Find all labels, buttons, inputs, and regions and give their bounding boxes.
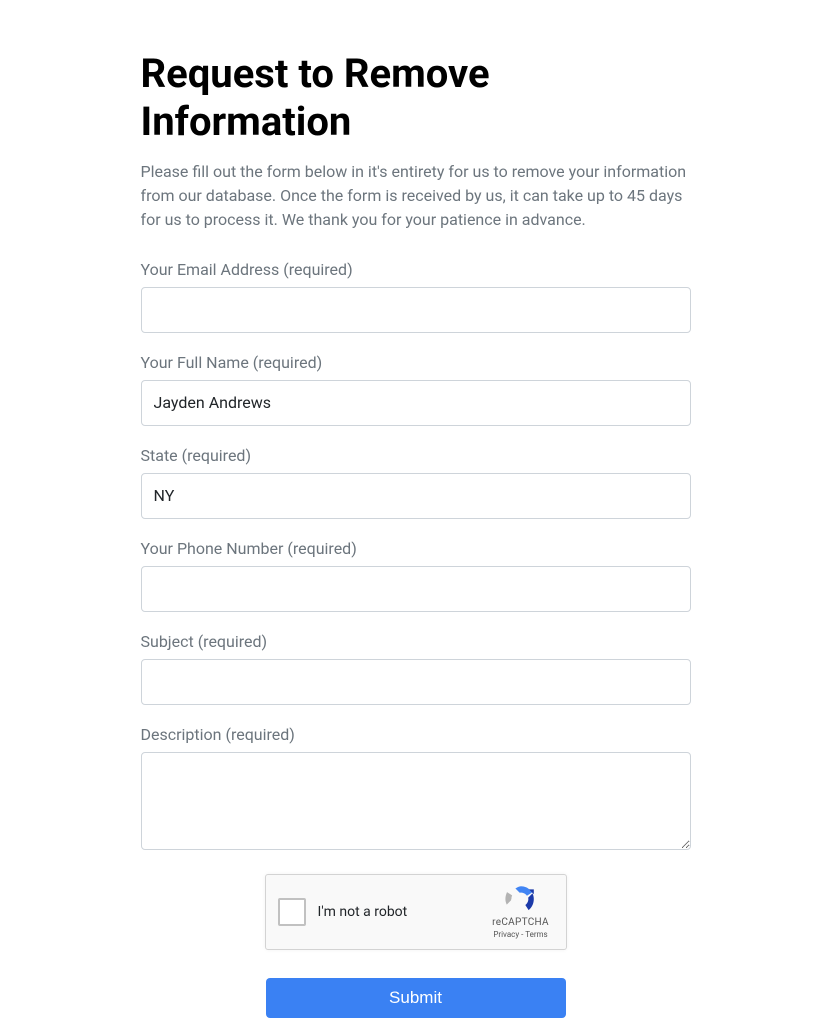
recaptcha-privacy-link[interactable]: Privacy [493, 930, 519, 939]
page-title: Request to Remove Information [141, 50, 691, 146]
subject-label: Subject (required) [141, 632, 691, 651]
recaptcha-brand: reCAPTCHA [486, 917, 556, 928]
subject-field[interactable] [141, 659, 691, 705]
recaptcha-widget: I'm not a robot reCAPTCHA Privacy - Term… [265, 874, 567, 950]
recaptcha-label: I'm not a robot [318, 904, 408, 920]
state-label: State (required) [141, 446, 691, 465]
recaptcha-terms-link[interactable]: Terms [525, 930, 547, 939]
recaptcha-links: Privacy - Terms [486, 930, 556, 939]
description-label: Description (required) [141, 725, 691, 744]
phone-field[interactable] [141, 566, 691, 612]
email-label: Your Email Address (required) [141, 260, 691, 279]
recaptcha-checkbox[interactable] [278, 898, 306, 926]
state-field[interactable] [141, 473, 691, 519]
remove-info-form: Your Email Address (required) Your Full … [141, 260, 691, 1018]
intro-text: Please fill out the form below in it's e… [141, 160, 691, 232]
email-field[interactable] [141, 287, 691, 333]
submit-button[interactable]: Submit [266, 978, 566, 1018]
phone-label: Your Phone Number (required) [141, 539, 691, 558]
description-field[interactable] [141, 752, 691, 850]
recaptcha-icon [505, 883, 537, 915]
fullname-field[interactable] [141, 380, 691, 426]
fullname-label: Your Full Name (required) [141, 353, 691, 372]
